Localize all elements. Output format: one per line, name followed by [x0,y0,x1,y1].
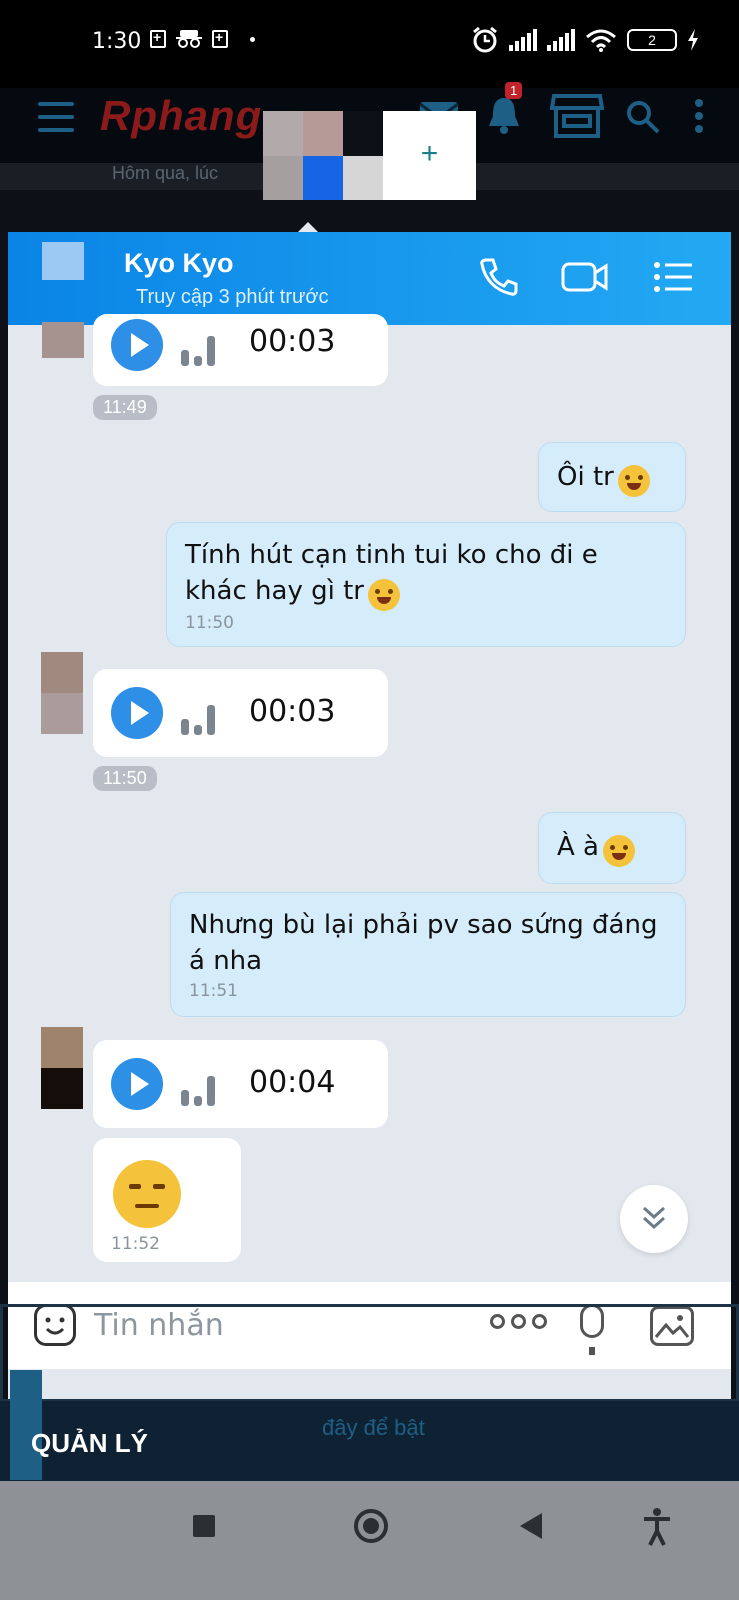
more-options-icon[interactable] [490,1314,547,1329]
status-time: 1:30 [92,29,142,54]
voice-message[interactable]: 00:04 [93,1040,388,1128]
status-left-icons [150,29,255,48]
outgoing-message[interactable]: Nhưng bù lại phải pv sao sứng đáng á nha… [170,892,686,1017]
laughing-emoji-icon [603,834,636,867]
message-time: 11:49 [93,395,157,420]
message-input[interactable]: Tin nhắn [94,1308,224,1343]
chat-window: Kyo Kyo Truy cập 3 phút trước 00:03 11:4… [8,232,731,1399]
waveform-icon [181,336,215,366]
unamused-emoji-icon [113,1160,181,1228]
manage-title[interactable]: QUẢN LÝ [31,1428,148,1459]
incognito-icon [176,30,202,48]
video-call-icon[interactable] [560,254,610,300]
censored-avatar-patch [263,111,383,200]
play-icon[interactable] [111,687,163,739]
recents-button[interactable] [193,1515,215,1537]
message-text: Nhưng bù lại phải pv sao sứng đáng á nha [189,910,658,976]
outgoing-message[interactable]: À à [538,812,686,884]
waveform-icon [181,1076,215,1106]
message-time: 11:52 [111,1234,160,1254]
message-time: 11:50 [185,612,234,633]
notification-bell-icon[interactable] [486,94,522,136]
battery-saver-icon [150,29,166,48]
more-vert-icon[interactable] [694,98,704,134]
sender-avatar [41,652,83,734]
accessibility-icon[interactable] [642,1507,672,1547]
sticker-icon[interactable] [34,1304,76,1346]
search-icon[interactable] [626,100,660,134]
back-button[interactable] [520,1513,542,1539]
status-right-icons: 2 [471,26,699,54]
waveform-icon [181,705,215,735]
system-nav-bar [0,1481,739,1600]
sender-avatar [42,322,84,358]
panel-accent [10,1370,42,1480]
message-text: Ôi tr [557,462,614,492]
notification-badge: 1 [505,82,523,99]
outgoing-message[interactable]: Tính hút cạn tinh tui ko cho đi e khác h… [166,522,686,647]
contact-name[interactable]: Kyo Kyo [124,248,234,279]
voice-duration: 00:04 [249,1065,336,1100]
store-icon[interactable] [550,92,604,138]
sender-avatar [41,1027,83,1109]
sticker-message[interactable]: 11:52 [93,1138,241,1262]
tears-of-joy-emoji-icon [618,464,651,497]
message-composer: Tin nhắn [8,1282,731,1369]
flushed-emoji-icon [368,578,401,611]
contact-status: Truy cập 3 phút trước [136,286,329,308]
outgoing-message[interactable]: Ôi tr [538,442,686,512]
contact-avatar[interactable] [42,242,84,280]
charging-icon [688,29,698,51]
double-chevron-down-icon [642,1206,666,1230]
chat-menu-icon[interactable] [652,254,694,300]
battery-icon: 2 [627,29,677,51]
voice-duration: 00:03 [249,694,336,729]
play-icon[interactable] [111,1058,163,1110]
chat-header: Kyo Kyo Truy cập 3 phút trước [8,232,731,325]
signal-icon-1 [509,29,537,51]
voice-duration: 00:03 [249,324,336,359]
wifi-icon [586,29,616,52]
play-icon[interactable] [111,319,163,371]
more-notifications-dot [250,36,255,42]
status-bar: 1:30 2 [0,0,739,88]
battery-saver-icon-2 [212,29,228,48]
message-time: 11:50 [93,766,157,791]
message-text: À à [557,832,599,862]
voice-message[interactable]: 00:03 [93,314,388,386]
menu-icon[interactable] [38,102,74,132]
home-button[interactable] [354,1509,388,1543]
voice-message[interactable]: 00:03 [93,669,388,757]
site-logo[interactable]: Rphang [100,92,262,140]
message-time: 11:51 [189,981,238,1001]
signal-icon-2 [547,29,575,51]
image-icon[interactable] [650,1306,694,1346]
scroll-to-bottom-button[interactable] [620,1185,688,1253]
phone-call-icon[interactable] [476,254,522,300]
alarm-icon [473,26,497,53]
enable-link[interactable]: đây để bật [322,1415,425,1441]
microphone-icon[interactable] [580,1304,604,1355]
add-button[interactable]: + [383,111,476,200]
